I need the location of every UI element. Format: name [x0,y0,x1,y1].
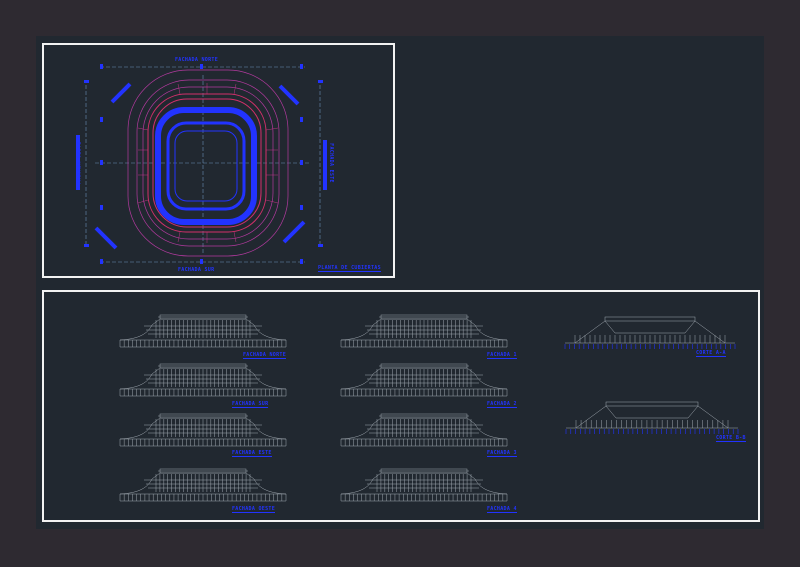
section-drawing [565,401,739,434]
elevation-label: FACHADA 3 [487,450,517,457]
section-drawing [564,316,736,349]
elevation-label: FACHADA 2 [487,401,517,408]
elevation-drawings [119,314,739,502]
elevation-label: FACHADA 4 [487,506,517,513]
elevation-drawing [340,363,508,397]
elevation-drawing [340,468,508,502]
elevation-label: FACHADA ESTE [232,450,272,457]
section-label: CORTE A-A [696,350,726,357]
elevation-drawing [340,413,508,447]
elevation-drawing [340,314,508,348]
elevation-label: FACHADA SUR [232,401,269,408]
section-label: CORTE B-B [716,435,746,442]
elevation-label: FACHADA NORTE [243,352,287,359]
elevation-drawing [119,314,287,348]
elevation-label: FACHADA 1 [487,352,517,359]
elevation-label: FACHADA OESTE [232,506,276,513]
elevation-drawing [119,363,287,397]
elevation-drawing [119,468,287,502]
elevation-drawing [119,413,287,447]
